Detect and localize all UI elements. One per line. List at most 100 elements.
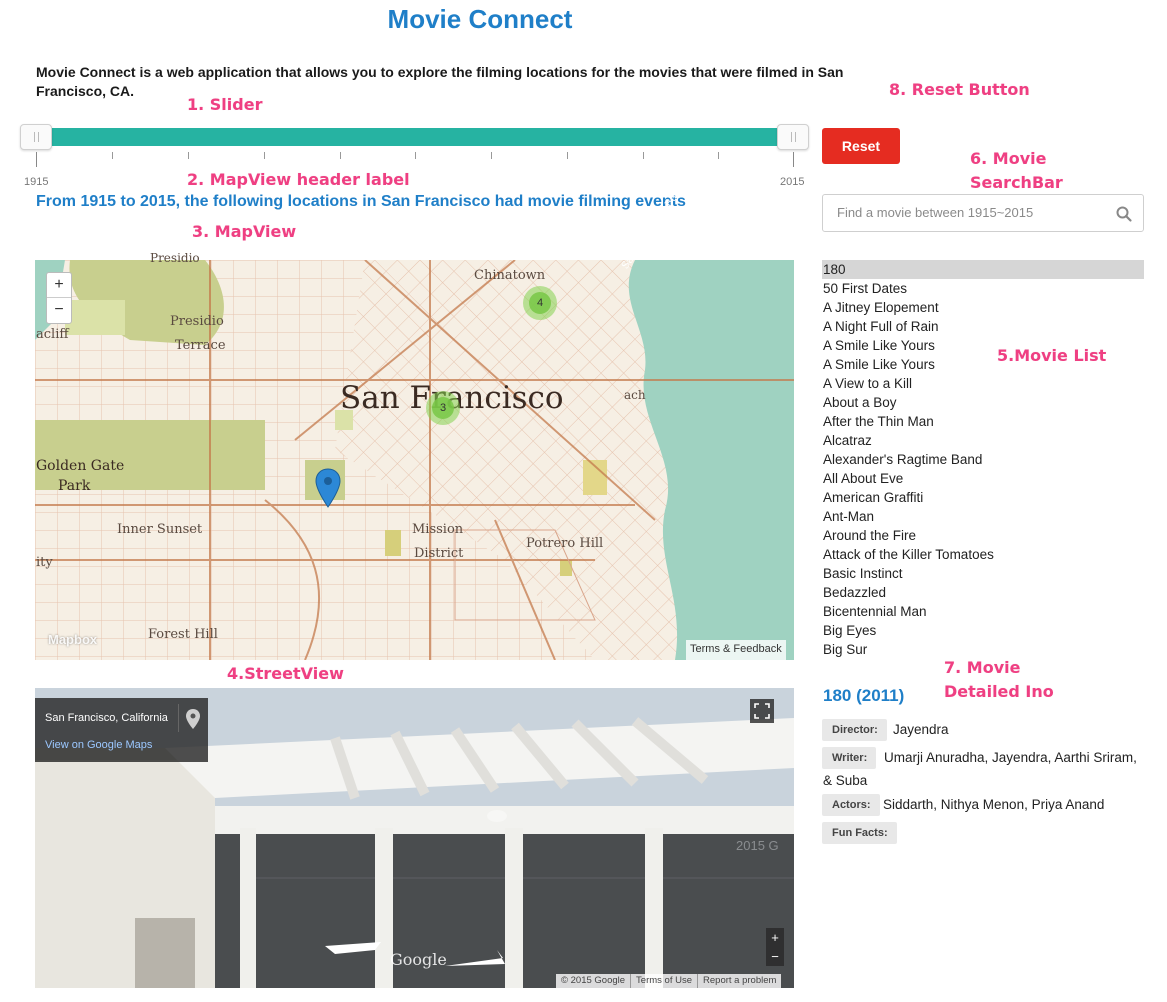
- map-zoom-in-button[interactable]: +: [47, 273, 71, 298]
- map-place-label: Mission: [412, 522, 464, 537]
- slider-tick: [718, 152, 719, 159]
- annotation-search-bar-line1: 6. Movie: [970, 149, 1047, 168]
- movie-search-input[interactable]: [837, 205, 1107, 220]
- movie-list-item[interactable]: Bicentennial Man: [822, 602, 1144, 621]
- cluster-count: 3: [432, 397, 454, 419]
- movie-list-item[interactable]: About a Boy: [822, 393, 1144, 412]
- map-place-label: Presidio: [170, 314, 224, 329]
- mapview[interactable]: [35, 260, 794, 660]
- actors-value: Siddarth, Nithya Menon, Priya Anand: [883, 797, 1105, 812]
- movie-list-item[interactable]: All About Eve: [822, 469, 1144, 488]
- movie-list-item[interactable]: Alcatraz: [822, 431, 1144, 450]
- movie-list-item[interactable]: A Night Full of Rain: [822, 317, 1144, 336]
- slider-handle-min[interactable]: [20, 124, 52, 150]
- slider-tick: [643, 152, 644, 159]
- movie-list-item[interactable]: Alexander's Ragtime Band: [822, 450, 1144, 469]
- fun-facts-label: Fun Facts:: [822, 822, 897, 844]
- map-place-label: ach: [624, 388, 646, 402]
- director-value: Jayendra: [893, 722, 949, 737]
- movie-list-item[interactable]: Ant-Man: [822, 507, 1144, 526]
- writer-value: Umarji Anuradha, Jayendra, Aarthi Sriram…: [884, 750, 1137, 765]
- slider-tick: [112, 152, 113, 159]
- streetview-zoom-control: + −: [766, 928, 784, 966]
- movie-list-item[interactable]: Attack of the Killer Tomatoes: [822, 545, 1144, 564]
- intro-text: Movie Connect is a web application that …: [36, 64, 844, 99]
- map-place-label: Inner Sunset: [117, 522, 203, 537]
- map-marker-icon[interactable]: [315, 468, 341, 508]
- annotation-mapview-header-label: 2. MapView header label: [187, 170, 410, 189]
- movie-list-item[interactable]: 180: [822, 260, 1144, 279]
- movie-list-item[interactable]: A View to a Kill: [822, 374, 1144, 393]
- movie-list-item[interactable]: After the Thin Man: [822, 412, 1144, 431]
- annotation-slider: 1. Slider: [187, 95, 263, 114]
- copyright-text: © 2015 Google: [561, 975, 626, 986]
- report-problem-link[interactable]: Report a problem: [697, 974, 781, 988]
- view-on-google-maps-link[interactable]: View on Google Maps: [45, 739, 152, 751]
- google-watermark: Google: [390, 950, 447, 969]
- map-place-label: San Francisco Bay: [620, 187, 684, 272]
- director-label: Director:: [822, 719, 887, 741]
- streetview-footer: © 2015 Google Terms of Use Report a prob…: [556, 974, 782, 988]
- location-pin-icon[interactable]: [184, 708, 202, 730]
- movie-list-item[interactable]: A Smile Like Yours: [822, 355, 1144, 374]
- app-title: Movie Connect: [387, 4, 573, 34]
- map-place-label: District: [414, 546, 464, 561]
- building-sign: 2015 G: [736, 838, 779, 853]
- map-place-label: Forest Hill: [148, 627, 218, 642]
- movie-detail-title: 180 (2011): [823, 686, 905, 705]
- map-attribution-link[interactable]: Terms & Feedback: [686, 640, 786, 660]
- mapview-header-label: From 1915 to 2015, the following locatio…: [36, 193, 686, 210]
- movie-list-item[interactable]: Around the Fire: [822, 526, 1144, 545]
- map-zoom-control: + −: [46, 272, 72, 324]
- streetview-zoom-out-button[interactable]: −: [766, 947, 784, 966]
- map-cluster[interactable]: 4: [523, 286, 557, 320]
- map-cluster[interactable]: 3: [426, 391, 460, 425]
- map-place-label: Golden Gate: [36, 458, 125, 474]
- fullscreen-icon[interactable]: [750, 699, 774, 723]
- slider-max-label: 2015: [780, 176, 805, 188]
- actors-label: Actors:: [822, 794, 880, 816]
- annotation-detail-line2: Detailed Ino: [944, 682, 1054, 701]
- map-zoom-out-button[interactable]: −: [47, 298, 71, 323]
- writer-value-continued: & Suba: [823, 773, 868, 788]
- annotation-streetview: 4.StreetView: [227, 664, 344, 683]
- slider-handle-max[interactable]: [777, 124, 809, 150]
- map-canvas[interactable]: [35, 260, 794, 660]
- terms-of-use-link[interactable]: Terms of Use: [630, 974, 697, 988]
- movie-list-item[interactable]: A Smile Like Yours: [822, 336, 1144, 355]
- streetview-place-label: San Francisco, California: [45, 712, 168, 724]
- map-place-label: acliff: [36, 327, 69, 342]
- mapbox-logo: Mapbox: [48, 632, 98, 647]
- annotation-reset-button: 8. Reset Button: [889, 80, 1030, 99]
- movie-list-item[interactable]: Bedazzled: [822, 583, 1144, 602]
- map-place-label: Terrace: [175, 338, 226, 353]
- movie-search-bar: [822, 194, 1144, 232]
- reset-button[interactable]: Reset: [822, 128, 900, 164]
- search-icon[interactable]: [1115, 205, 1133, 223]
- year-slider-track[interactable]: [36, 128, 794, 146]
- divider: [178, 704, 179, 732]
- cluster-count: 4: [529, 292, 551, 314]
- movie-list-item[interactable]: Basic Instinct: [822, 564, 1144, 583]
- movie-list-item[interactable]: 50 First Dates: [822, 279, 1144, 298]
- slider-min-label: 1915: [24, 176, 49, 188]
- annotation-search-bar-line2: SearchBar: [970, 173, 1063, 192]
- slider-tick: [36, 152, 37, 167]
- slider-tick: [264, 152, 265, 159]
- map-place-label: ity: [36, 555, 53, 570]
- movie-list-item[interactable]: A Jitney Elopement: [822, 298, 1144, 317]
- movie-list-item[interactable]: American Graffiti: [822, 488, 1144, 507]
- slider-tick: [340, 152, 341, 159]
- map-place-label: Park: [58, 478, 91, 494]
- map-place-label: Chinatown: [474, 268, 546, 283]
- slider-tick: [415, 152, 416, 159]
- writer-label: Writer:: [822, 747, 877, 769]
- slider-tick: [793, 152, 794, 167]
- slider-tick: [188, 152, 189, 159]
- movie-list-item[interactable]: Big Sur: [822, 640, 1144, 659]
- movie-list-item[interactable]: Big Eyes: [822, 621, 1144, 640]
- movie-list: 180 50 First Dates A Jitney Elopement A …: [822, 260, 1144, 659]
- annotation-detail-line1: 7. Movie: [944, 658, 1021, 677]
- streetview-zoom-in-button[interactable]: +: [766, 928, 784, 947]
- map-place-label: Presidio: [150, 251, 200, 265]
